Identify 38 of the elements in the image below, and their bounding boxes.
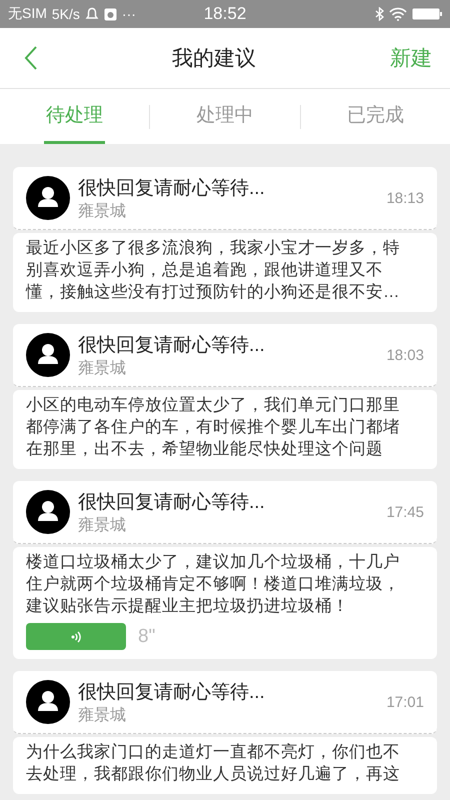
item-title: 很快回复请耐心等待... bbox=[78, 490, 266, 514]
avatar-icon bbox=[26, 490, 70, 534]
card-header[interactable]: 很快回复请耐心等待... 雍景城 18:13 bbox=[13, 167, 437, 230]
card-header[interactable]: 很快回复请耐心等待... 雍景城 18:03 bbox=[13, 324, 437, 387]
avatar-icon bbox=[26, 176, 70, 220]
suggestion-text: 为什么我家门口的走道灯一直都不亮灯，你们也不去处理，我都跟你们物业人员说过好几遍了，再这 bbox=[26, 742, 401, 785]
carrier-text: 无SIM bbox=[8, 5, 47, 23]
community-name: 雍景城 bbox=[78, 706, 127, 726]
avatar-icon bbox=[26, 680, 70, 724]
bell-icon bbox=[84, 7, 99, 21]
page-title: 我的建议 bbox=[172, 46, 256, 72]
item-title: 很快回复请耐心等待... bbox=[78, 334, 266, 358]
item-title: 很快回复请耐心等待... bbox=[78, 680, 266, 704]
community-name: 雍景城 bbox=[78, 516, 127, 536]
item-time: 17:01 bbox=[386, 694, 424, 710]
card-header[interactable]: 很快回复请耐心等待... 雍景城 17:45 bbox=[13, 481, 437, 544]
back-button[interactable] bbox=[24, 46, 38, 70]
community-name: 雍景城 bbox=[78, 358, 127, 378]
network-speed: 5K/s bbox=[52, 6, 80, 22]
bluetooth-icon bbox=[375, 7, 384, 21]
community-name: 雍景城 bbox=[78, 202, 127, 222]
item-time: 18:13 bbox=[386, 190, 424, 206]
more-text: ··· bbox=[122, 6, 136, 22]
item-title: 很快回复请耐心等待... bbox=[78, 176, 266, 200]
battery-icon bbox=[412, 7, 442, 21]
item-time: 17:45 bbox=[386, 504, 424, 520]
card-header[interactable]: 很快回复请耐心等待... 雍景城 17:01 bbox=[13, 671, 437, 734]
wifi-icon bbox=[389, 7, 407, 21]
item-time: 18:03 bbox=[386, 346, 424, 364]
back-icon bbox=[24, 46, 38, 70]
suggestion-text: 小区的电动车停放位置太少了，我们单元门口那里都停满了各住户的车，有时候推个婴儿车出门都堵在那里，出不去，希望物业能尽快处理这个问题 bbox=[26, 395, 401, 460]
avatar-icon bbox=[26, 333, 70, 377]
app-icon bbox=[104, 8, 117, 20]
suggestion-text: 楼道口垃圾桶太少了，建议加几个垃圾桶，十几户住户就两个垃圾桶肯定不够啊！楼道口堆满垃圾，建议贴张告示提醒业主把垃圾扔进垃圾桶！ bbox=[26, 552, 401, 617]
suggestion-text: 最近小区多了很多流浪狗，我家小宝才一岁多，特别喜欢逗弄小狗，总是追着跑，跟他讲道理又不懂，接触这些没有打过预防针的小狗还是很不安… bbox=[26, 238, 401, 303]
clock-text: 18:52 bbox=[204, 4, 246, 24]
voice-duration: 8" bbox=[138, 626, 156, 648]
sound-icon bbox=[71, 630, 81, 644]
